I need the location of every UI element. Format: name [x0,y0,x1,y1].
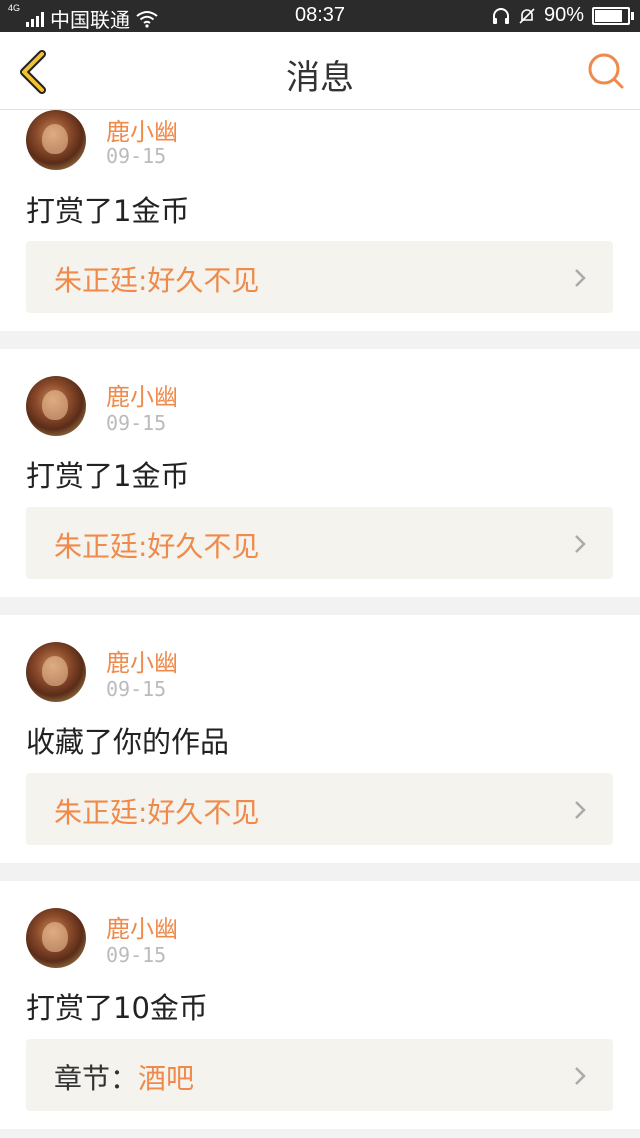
list-item: 鹿小幽 09-15 收藏了你的作品 朱正廷:好久不见 [0,615,640,863]
app-header: 消息 [0,32,640,110]
battery-icon [592,6,634,25]
username[interactable]: 鹿小幽 [106,112,178,147]
chevron-right-icon [575,535,586,553]
avatar[interactable] [26,908,86,968]
username[interactable]: 鹿小幽 [106,909,178,944]
work-link-label: 朱正廷:好久不见 [54,530,260,563]
message-date: 09-15 [106,677,167,701]
avatar[interactable] [26,376,86,436]
work-link-label: 朱正廷:好久不见 [54,796,260,829]
message-action: 打赏了1金币 [26,459,190,493]
message-date: 09-15 [106,144,167,168]
chevron-right-icon [575,1067,586,1085]
avatar[interactable] [26,110,86,170]
message-action: 打赏了1金币 [26,194,190,228]
chapter-link-label: 章节：酒吧 [54,1062,195,1095]
page-title: 消息 [286,58,354,98]
message-list: 鹿小幽 09-15 打赏了1金币 朱正廷:好久不见 鹿小幽 09-15 打赏了1… [0,110,640,1129]
battery-percent: 90% [543,4,584,26]
username[interactable]: 鹿小幽 [106,643,178,678]
message-date: 09-15 [106,411,167,435]
message-action: 打赏了10金币 [26,991,208,1025]
status-bar: 4G 中国联通 08:37 90% [0,0,640,32]
chevron-right-icon [575,269,586,287]
work-link[interactable]: 朱正廷:好久不见 [26,773,613,845]
username[interactable]: 鹿小幽 [106,377,178,412]
chapter-link[interactable]: 章节：酒吧 [26,1039,613,1111]
list-item: 鹿小幽 09-15 打赏了10金币 章节：酒吧 [0,881,640,1129]
list-item: 鹿小幽 09-15 打赏了1金币 朱正廷:好久不见 [0,349,640,597]
list-item: 鹿小幽 09-15 打赏了1金币 朱正廷:好久不见 [0,110,640,331]
mute-bell-icon [519,7,535,24]
message-action: 收藏了你的作品 [26,725,230,759]
status-right: 90% [492,4,634,27]
headset-icon [492,7,509,24]
work-link[interactable]: 朱正廷:好久不见 [26,241,613,313]
work-link-label: 朱正廷:好久不见 [54,264,260,297]
search-icon[interactable] [586,51,626,91]
work-link[interactable]: 朱正廷:好久不见 [26,507,613,579]
chevron-right-icon [575,801,586,819]
message-date: 09-15 [106,943,167,967]
avatar[interactable] [26,642,86,702]
